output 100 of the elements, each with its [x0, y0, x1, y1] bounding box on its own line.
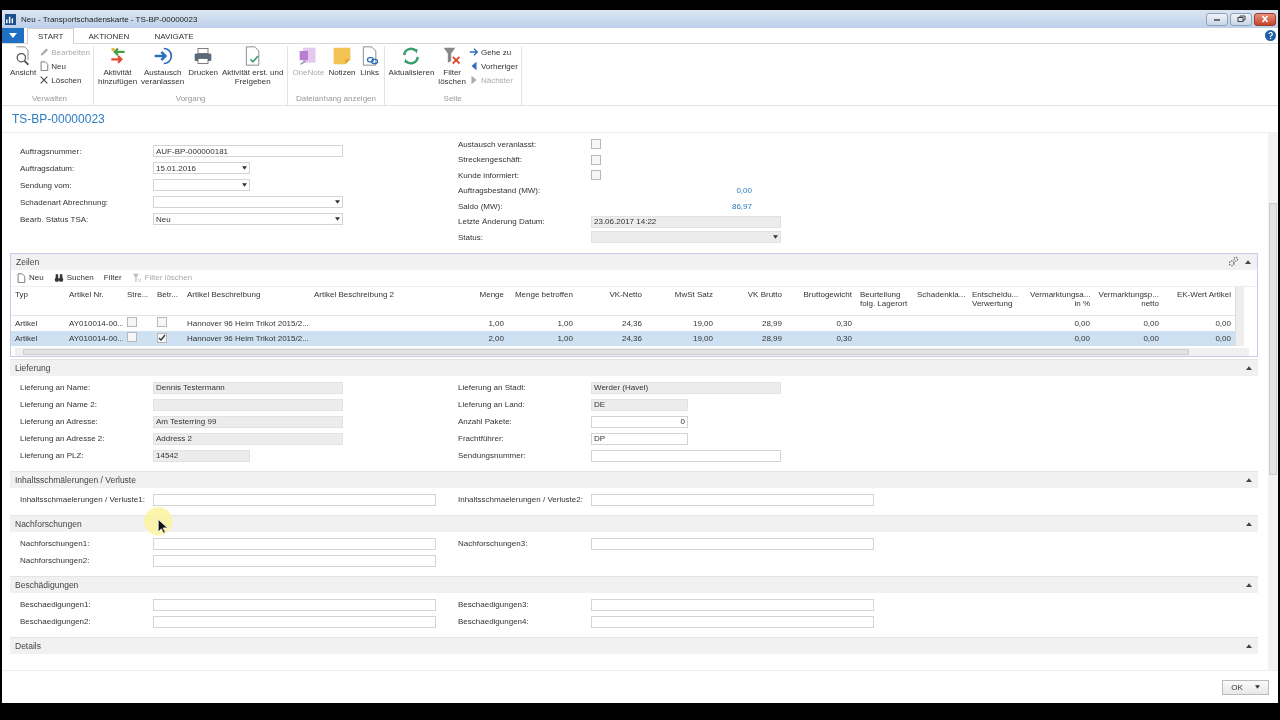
input-field[interactable]: Werder (Havel) [591, 381, 781, 394]
input-field[interactable]: 23.06.2017 14:22 [591, 215, 781, 228]
help-icon[interactable] [1265, 30, 1276, 41]
group-label: Seite [443, 94, 462, 105]
application-menu-button[interactable] [2, 28, 24, 43]
restore-button[interactable] [1230, 12, 1252, 26]
column-header[interactable]: Artikel Beschreibung 2 [310, 286, 440, 315]
checkbox[interactable] [591, 139, 601, 150]
table-cell: 0,30 [836, 333, 852, 343]
field-label: Nachforschungen3: [458, 539, 529, 548]
input-field[interactable] [153, 554, 436, 567]
column-header[interactable]: Vermarktungsa... in % [1026, 286, 1094, 315]
amount-value[interactable]: 0,00 [591, 186, 752, 196]
section-title: Details [15, 640, 41, 651]
input-field[interactable]: 0 [591, 415, 688, 428]
column-header[interactable]: Menge betroffen [508, 286, 577, 315]
gears-icon[interactable] [1228, 256, 1239, 267]
toolbar-button[interactable]: Suchen [53, 272, 94, 283]
collapse-icon[interactable] [1246, 582, 1252, 587]
input-field[interactable]: Am Testerring 99 [153, 415, 343, 428]
ribbon-button[interactable]: Filter löschen [437, 46, 467, 94]
input-field[interactable] [153, 398, 343, 411]
input-field[interactable] [591, 615, 874, 628]
close-button[interactable] [1254, 12, 1276, 26]
field-label: Nachforschungen1: [20, 539, 91, 548]
ribbon-button[interactable]: Austausch veranlassen [140, 46, 186, 94]
column-header[interactable]: VK-Netto [577, 286, 646, 315]
input-field[interactable] [591, 231, 781, 244]
ribbon-button[interactable]: Ansicht [9, 46, 38, 94]
input-field[interactable] [153, 598, 436, 611]
column-header[interactable]: VK Brutto [717, 286, 786, 315]
column-header[interactable]: Artikel Beschreibung [183, 286, 310, 315]
ribbon-button[interactable]: Vorheriger [468, 60, 518, 72]
ribbon-button[interactable]: Aktualisieren [387, 46, 436, 94]
ribbon-button[interactable]: Neu [39, 60, 90, 72]
ribbon-button[interactable]: Aktivität hinzufügen [96, 46, 139, 94]
minimize-button[interactable] [1206, 12, 1228, 26]
ribbon-button[interactable]: Gehe zu [468, 46, 518, 58]
ribbon-button[interactable]: Löschen [39, 74, 90, 86]
column-header[interactable]: Artikel Nr. [65, 286, 123, 315]
table-row[interactable]: Artikel AY010014-00... Hannover 96 Heim Trikot 2015/2... 2,00 1,00 24,36 19,00 28,99 0,30 0,00 0,00 0,00 [11, 330, 1235, 346]
collapse-icon[interactable] [1246, 365, 1252, 370]
input-field[interactable] [153, 615, 436, 628]
column-header[interactable]: Stre... [123, 286, 153, 315]
checkbox[interactable] [127, 317, 137, 327]
toolbar-button[interactable]: Filter [103, 273, 122, 282]
input-field[interactable] [153, 179, 250, 191]
input-field[interactable] [153, 196, 343, 208]
checkbox[interactable] [591, 170, 601, 181]
input-field[interactable]: 14542 [153, 449, 250, 462]
input-field[interactable]: Address 2 [153, 432, 343, 445]
column-header[interactable]: Schadenkla... [913, 286, 968, 315]
column-header[interactable]: MwSt Satz [646, 286, 717, 315]
checkbox[interactable] [157, 332, 167, 343]
column-header[interactable]: Beurteilung folg. Lagerort [856, 286, 913, 315]
input-field[interactable]: Dennis Testermann [153, 381, 343, 394]
checkbox[interactable] [157, 317, 167, 327]
ribbon-button[interactable]: Links [358, 46, 381, 94]
ok-button[interactable]: OK [1222, 679, 1269, 695]
scrollbar[interactable] [1268, 133, 1278, 670]
input-field[interactable]: Neu [153, 213, 343, 225]
input-field[interactable] [591, 449, 781, 462]
input-field[interactable]: DP [591, 432, 688, 445]
field-label: Beschaedigungen2: [20, 617, 92, 626]
ribbon-tab[interactable]: NAVIGATE [143, 28, 205, 43]
column-header[interactable]: Typ [11, 286, 65, 315]
input-field[interactable] [153, 537, 436, 550]
checkbox[interactable] [127, 332, 137, 342]
ribbon-tab[interactable]: START [27, 28, 75, 44]
ribbon-tab[interactable]: AKTIONEN [77, 28, 141, 43]
input-field[interactable] [153, 493, 436, 506]
input-field[interactable]: DE [591, 398, 688, 411]
input-field[interactable] [591, 493, 874, 506]
ribbon-button[interactable]: Drucken [187, 46, 220, 94]
column-header[interactable]: Bruttogewicht [786, 286, 856, 315]
collapse-icon[interactable] [1246, 521, 1252, 526]
checkbox[interactable] [591, 154, 601, 165]
table-row[interactable]: Artikel AY010014-00... Hannover 96 Heim Trikot 2015/2... 1,00 1,00 24,36 19,00 28,99 0,30 0,00 0,00 0,00 [11, 315, 1235, 331]
input-field[interactable] [591, 537, 874, 550]
table-cell: 2,00 [488, 333, 504, 343]
table-cell: Artikel [15, 333, 38, 343]
field-label: Auftragsbestand (MW): [458, 186, 542, 196]
input-field[interactable]: 15.01.2016 [153, 162, 250, 174]
column-header[interactable]: Betr... [153, 286, 183, 315]
collapse-icon[interactable] [1245, 259, 1251, 264]
collapse-icon[interactable] [1246, 643, 1252, 648]
input-field[interactable]: AUF-BP-000000181 [153, 145, 343, 157]
column-header[interactable]: Entscheidu... Verwertung [968, 286, 1026, 315]
ribbon-button[interactable]: Notizen [327, 46, 357, 94]
scrollbar[interactable] [1235, 286, 1244, 346]
ribbon-button[interactable]: Aktivität erst. und Freigeben [221, 46, 285, 94]
column-header[interactable]: Vermarktungsp... netto [1094, 286, 1163, 315]
notebook-icon [298, 46, 319, 66]
column-header[interactable]: Menge [440, 286, 508, 315]
amount-value[interactable]: 86,97 [591, 201, 752, 211]
toolbar-button[interactable]: Neu [16, 272, 44, 283]
collapse-icon[interactable] [1246, 477, 1252, 482]
input-field[interactable] [591, 598, 874, 611]
field-label: Streckengeschäft: [458, 155, 524, 165]
scrollbar[interactable] [15, 347, 1249, 356]
